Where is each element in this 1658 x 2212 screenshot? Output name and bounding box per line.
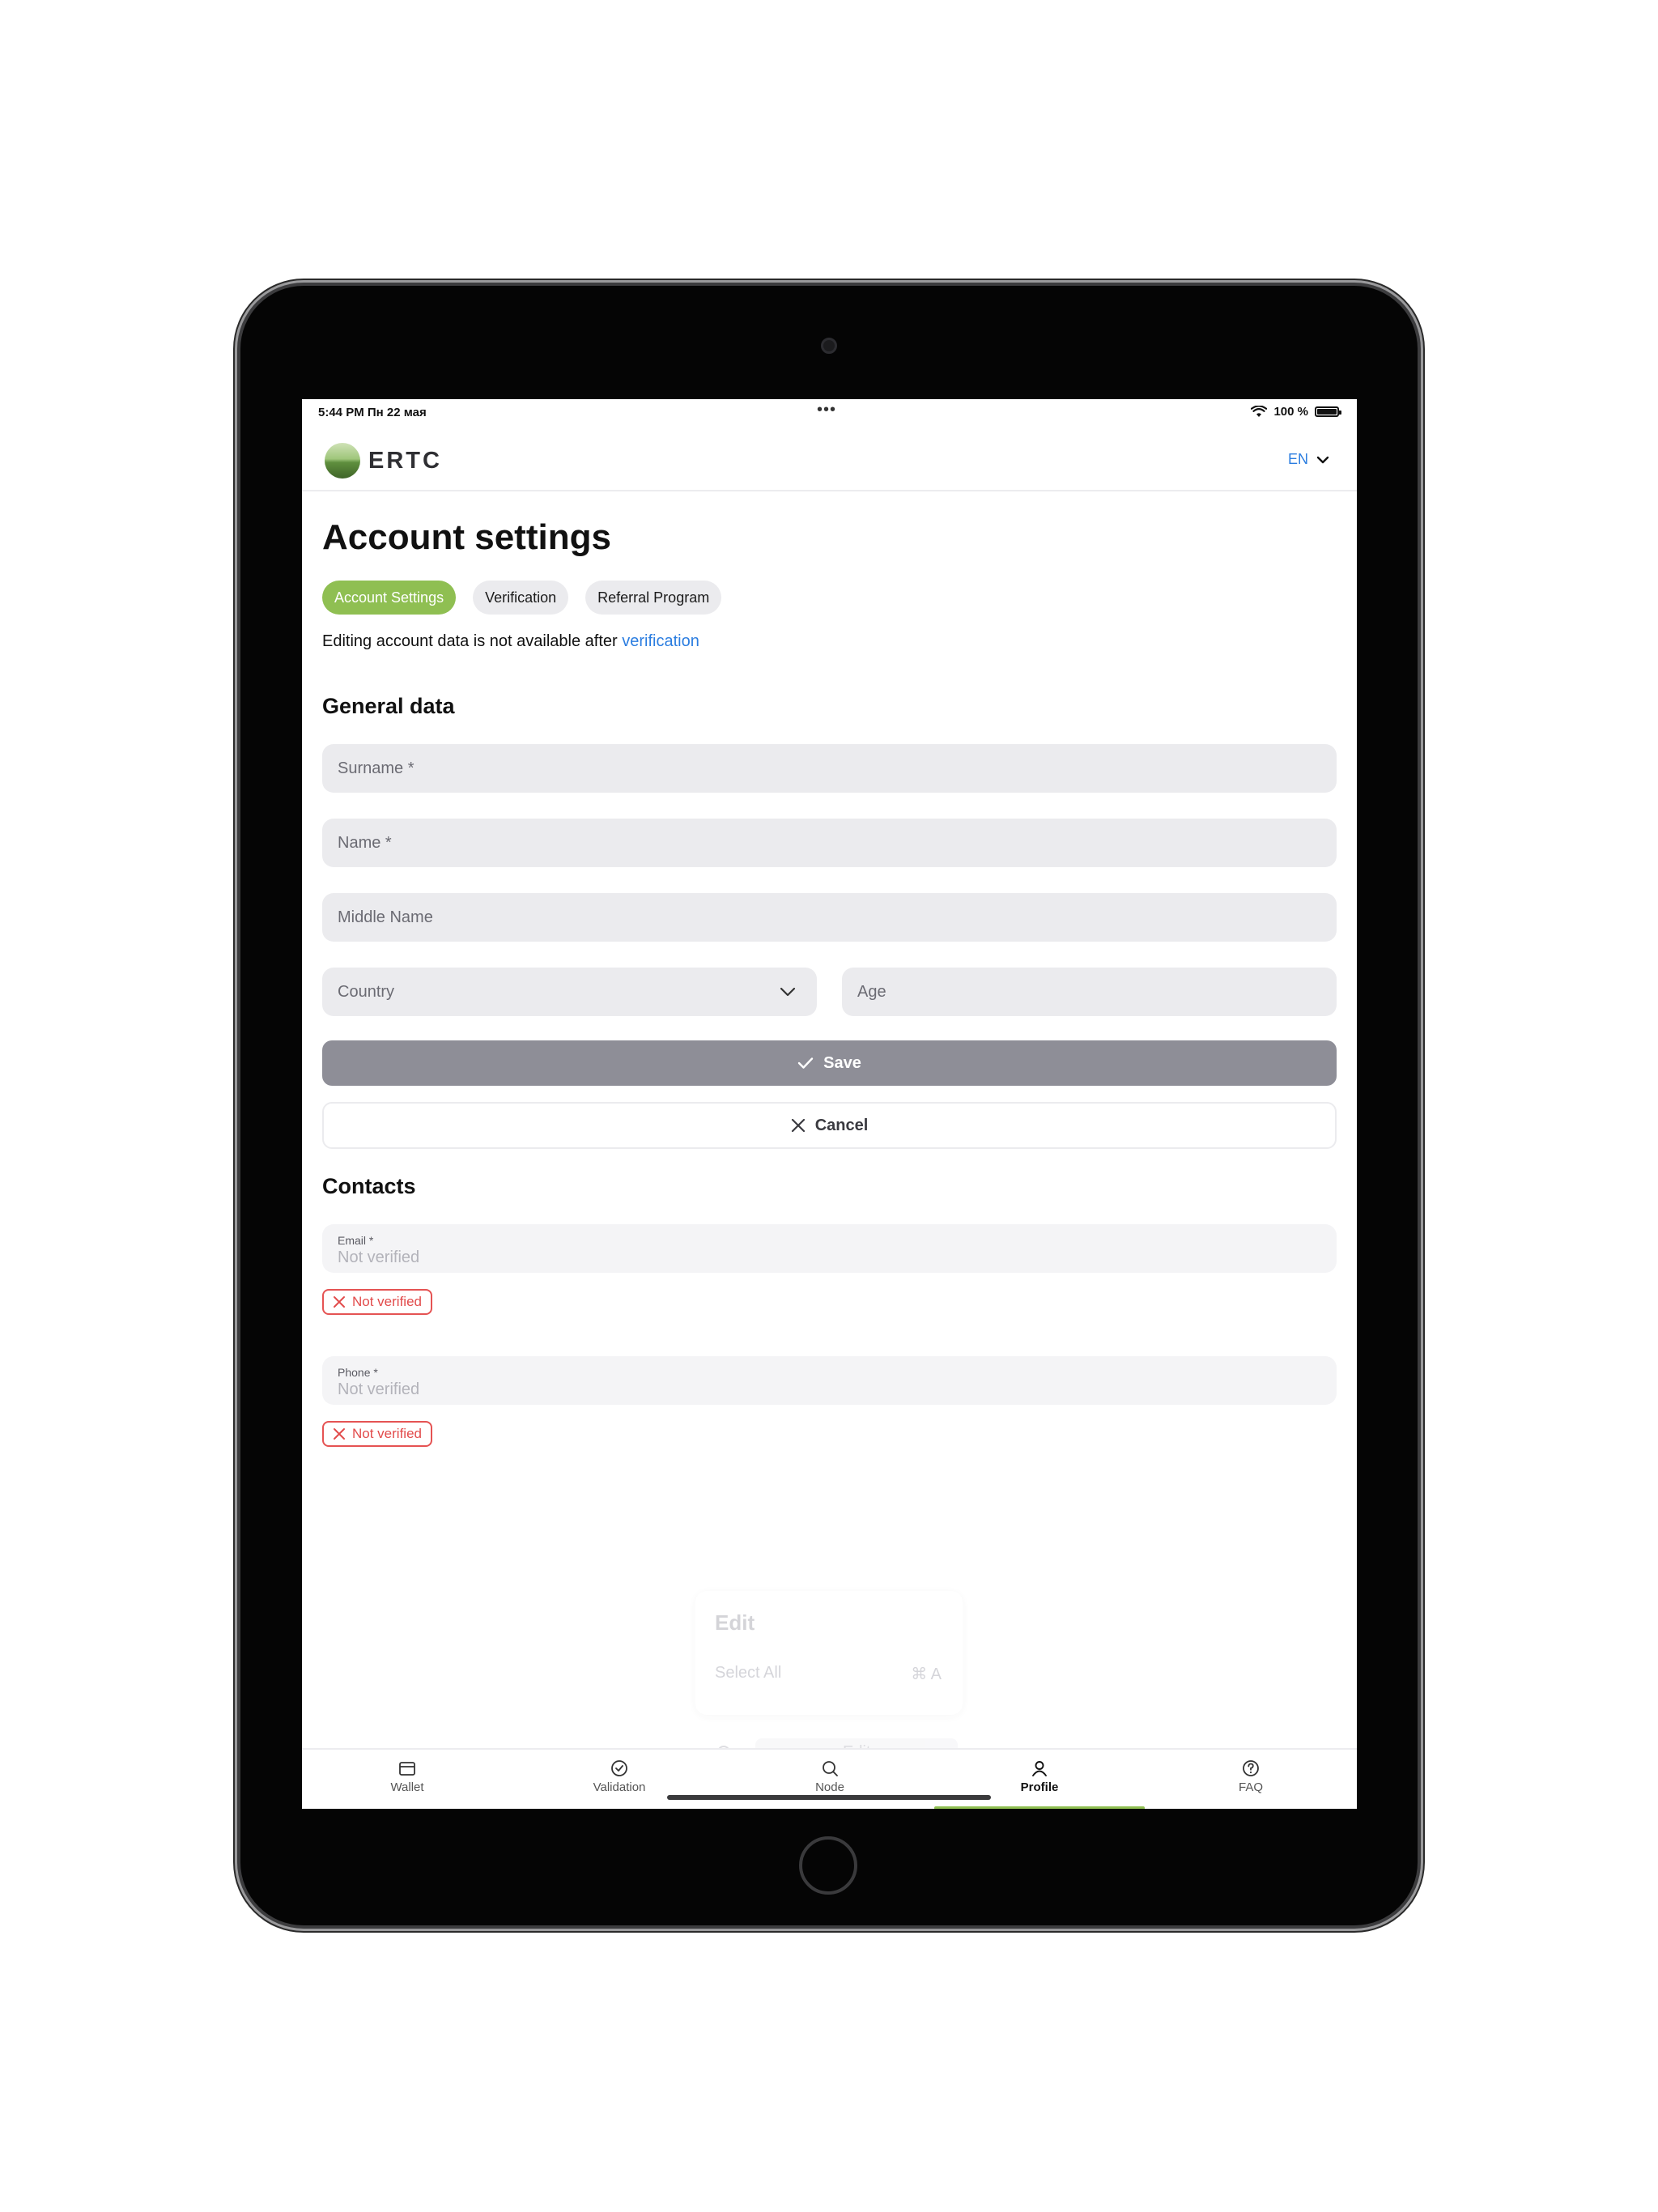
phone-badge-text: Not verified: [352, 1426, 422, 1441]
select-all-shortcut: ⌘ A: [911, 1665, 942, 1683]
active-tab-indicator: [934, 1806, 1145, 1809]
check-circle-icon: [611, 1760, 627, 1776]
status-time: 5:44 PM Пн 22 мая: [318, 406, 427, 419]
battery-percent: 100 %: [1273, 405, 1308, 419]
tab-account-settings[interactable]: Account Settings: [322, 581, 457, 615]
save-label: Save: [823, 1053, 861, 1072]
screen: 5:44 PM Пн 22 мая ••• 100 % ERTC EN Acco…: [302, 399, 1357, 1809]
edit-menu-title: Edit: [715, 1610, 755, 1635]
chevron-down-icon: [1316, 456, 1329, 463]
email-label: Email *: [338, 1234, 374, 1247]
home-indicator[interactable]: [667, 1795, 991, 1800]
verification-note: Editing account data is not available af…: [322, 632, 699, 651]
email-badge-text: Not verified: [352, 1294, 422, 1309]
question-circle-icon: [1243, 1760, 1259, 1776]
country-select[interactable]: Country: [322, 968, 817, 1016]
user-icon: [1032, 1761, 1047, 1776]
logo-mark-icon: [325, 443, 360, 479]
select-all-item[interactable]: Select All: [715, 1664, 781, 1682]
tab-verification[interactable]: Verification: [473, 581, 569, 615]
tab-wallet-label: Wallet: [390, 1780, 424, 1794]
age-field[interactable]: Age: [842, 968, 1337, 1016]
page-title: Account settings: [322, 517, 611, 557]
search-icon: [823, 1761, 838, 1776]
app-header: ERTC EN: [302, 427, 1357, 491]
tab-faq-label: FAQ: [1238, 1780, 1263, 1794]
cancel-button[interactable]: Cancel: [322, 1102, 1337, 1149]
tab-validation[interactable]: Validation: [563, 1759, 676, 1794]
name-field[interactable]: Name *: [322, 819, 1337, 867]
middle-name-field[interactable]: Middle Name: [322, 893, 1337, 942]
tab-referral-program[interactable]: Referral Program: [585, 581, 722, 615]
multitasking-dots[interactable]: •••: [817, 401, 836, 419]
close-icon: [334, 1296, 345, 1308]
phone-status-badge: Not verified: [322, 1421, 432, 1447]
surname-placeholder: Surname *: [338, 759, 414, 777]
status-bar: 5:44 PM Пн 22 мая ••• 100 %: [302, 399, 1357, 427]
chevron-down-icon: [780, 987, 796, 997]
logo[interactable]: ERTC: [325, 443, 442, 479]
close-icon: [334, 1428, 345, 1440]
language-label: EN: [1287, 451, 1308, 467]
email-status-badge: Not verified: [322, 1289, 432, 1315]
close-icon: [791, 1118, 805, 1133]
name-placeholder: Name *: [338, 833, 392, 852]
phone-value: Not verified: [338, 1380, 420, 1398]
tab-validation-label: Validation: [593, 1780, 646, 1794]
camera-icon: [821, 338, 837, 354]
surname-field[interactable]: Surname *: [322, 744, 1337, 793]
country-placeholder: Country: [338, 982, 395, 1001]
tab-node[interactable]: Node: [773, 1759, 886, 1794]
edit-context-menu: Edit Select All ⌘ A: [695, 1591, 963, 1715]
phone-field[interactable]: Phone * Not verified: [322, 1356, 1337, 1405]
tab-profile[interactable]: Profile: [983, 1759, 1096, 1794]
tab-profile-label: Profile: [1020, 1780, 1059, 1794]
cancel-label: Cancel: [814, 1116, 869, 1134]
battery-icon: [1315, 406, 1341, 417]
verification-link[interactable]: verification: [622, 632, 699, 650]
contacts-heading: Contacts: [322, 1174, 416, 1198]
home-button[interactable]: [799, 1836, 857, 1895]
wallet-icon: [399, 1762, 415, 1776]
tab-wallet[interactable]: Wallet: [351, 1759, 464, 1794]
email-field[interactable]: Email * Not verified: [322, 1224, 1337, 1273]
save-button[interactable]: Save: [322, 1040, 1337, 1086]
email-value: Not verified: [338, 1249, 420, 1266]
wifi-icon: [1251, 406, 1268, 417]
check-icon: [797, 1057, 814, 1069]
middle-name-placeholder: Middle Name: [338, 908, 433, 926]
tab-node-label: Node: [815, 1780, 844, 1794]
general-data-heading: General data: [322, 694, 455, 718]
status-right: 100 %: [1251, 405, 1341, 419]
age-placeholder: Age: [857, 982, 886, 1001]
logo-text: ERTC: [368, 447, 442, 474]
tab-faq[interactable]: FAQ: [1194, 1759, 1307, 1794]
settings-tabs: Account Settings Verification Referral P…: [322, 581, 722, 615]
note-text: Editing account data is not available af…: [322, 632, 623, 650]
language-selector[interactable]: EN: [1288, 451, 1329, 468]
phone-label: Phone *: [338, 1366, 378, 1379]
